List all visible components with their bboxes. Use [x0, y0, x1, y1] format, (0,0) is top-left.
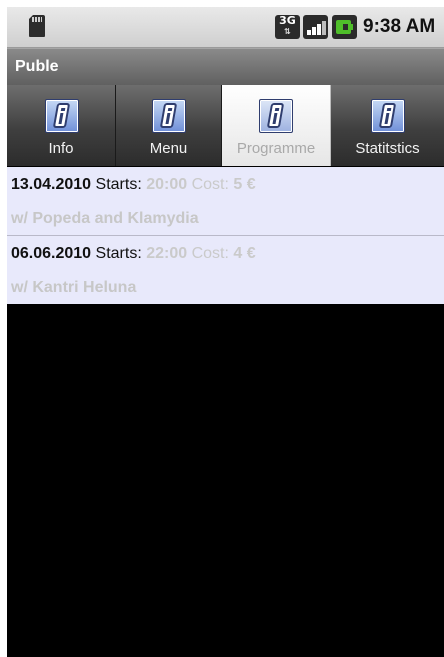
info-icon — [45, 99, 79, 133]
starts-label: Starts: — [95, 176, 142, 193]
tab-label: Statitstics — [355, 140, 420, 157]
start-time: 20:00 — [146, 176, 188, 193]
info-icon — [371, 99, 405, 133]
app-title: Puble — [15, 58, 59, 75]
event-date: 13.04.2010 — [11, 176, 92, 193]
network-3g-icon: 3G ⇅ — [275, 15, 300, 39]
info-icon — [259, 99, 293, 133]
signal-bar — [317, 24, 321, 35]
battery-charging-icon — [332, 15, 357, 39]
status-bar: 3G ⇅ 9:38 AM — [7, 7, 444, 48]
signal-bar — [322, 21, 326, 35]
sd-card-icon — [29, 15, 45, 37]
tab-label: Info — [48, 140, 74, 157]
tab-label: Programme — [236, 140, 316, 157]
tab-statistics[interactable]: Statitstics — [331, 85, 444, 166]
app-title-bar: Puble — [7, 48, 444, 86]
status-clock: 9:38 AM — [363, 16, 436, 37]
battery-cell — [336, 20, 351, 34]
event-date: 06.06.2010 — [11, 245, 92, 262]
starts-label: Starts: — [95, 245, 142, 262]
tab-label: Menu — [149, 140, 188, 157]
tab-info[interactable]: Info — [7, 85, 116, 166]
tab-bar: Info Menu Programme Statitstics — [7, 85, 444, 167]
start-time: 22:00 — [146, 245, 188, 262]
list-item[interactable]: 06.06.2010 Starts: 22:00 Cost: 4 € w/ Ka… — [7, 236, 444, 304]
signal-strength-icon — [303, 15, 328, 39]
event-performers: w/ Popeda and Klamydia — [11, 210, 199, 227]
signal-bar — [312, 27, 316, 35]
programme-list: 13.04.2010 Starts: 20:00 Cost: 5 € w/ Po… — [7, 167, 444, 304]
tab-menu[interactable]: Menu — [116, 85, 222, 166]
signal-bar — [307, 30, 311, 35]
network-badge: 3G — [279, 14, 296, 27]
cost-value: 4 € — [233, 245, 256, 262]
list-item[interactable]: 13.04.2010 Starts: 20:00 Cost: 5 € w/ Po… — [7, 167, 444, 236]
cost-label: Cost: — [191, 176, 229, 193]
event-summary: 13.04.2010 Starts: 20:00 Cost: 5 € — [11, 174, 256, 196]
battery-tip — [351, 24, 353, 30]
event-summary: 06.06.2010 Starts: 22:00 Cost: 4 € — [11, 243, 256, 265]
event-performers: w/ Kantri Heluna — [11, 279, 137, 296]
tab-programme[interactable]: Programme — [222, 85, 331, 166]
phone-screen: 3G ⇅ 9:38 AM Puble Info Menu Programme S… — [7, 7, 444, 657]
cost-value: 5 € — [233, 176, 256, 193]
data-arrows-icon: ⇅ — [284, 27, 291, 36]
cost-label: Cost: — [191, 245, 229, 262]
info-icon — [152, 99, 186, 133]
